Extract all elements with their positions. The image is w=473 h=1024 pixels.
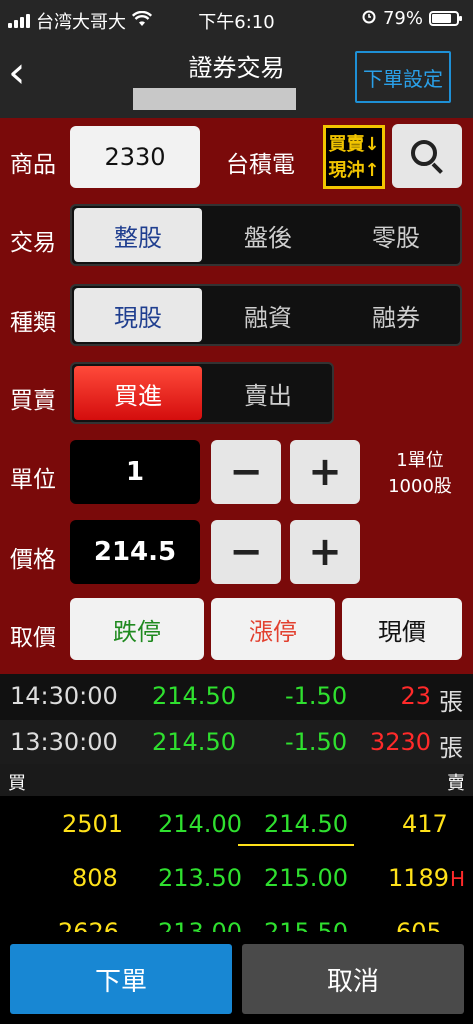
ask-qty: 1189 xyxy=(388,864,450,892)
unit-increase-button[interactable]: + xyxy=(290,440,360,504)
high-flag: H xyxy=(450,867,466,891)
order-form: 商品 2330 台積電 買賣↓ 現沖↑ 交易 整股 盤後 零股 種類 現股 融資… xyxy=(0,118,473,674)
ask-qty: 417 xyxy=(402,810,448,838)
place-order-button[interactable]: 下單 xyxy=(10,944,232,1014)
bid-qty: 2501 xyxy=(62,810,124,838)
type-segment: 現股 融資 融券 xyxy=(70,284,462,346)
unit-label: 單位 xyxy=(10,467,56,493)
limit-down-button[interactable]: 跌停 xyxy=(70,598,204,660)
trade-unit: 張 xyxy=(439,688,463,716)
unit-decrease-button[interactable]: − xyxy=(211,440,281,504)
bid-price: 213.50 xyxy=(158,864,242,892)
bid-price: 213.00 xyxy=(158,918,242,932)
side-segment: 買進 賣出 xyxy=(70,362,334,424)
type-option-short[interactable]: 融券 xyxy=(332,286,460,344)
side-option-sell[interactable]: 賣出 xyxy=(204,364,332,422)
search-button[interactable] xyxy=(392,124,462,188)
alarm-icon xyxy=(361,8,377,29)
bid-price: 214.00 xyxy=(158,810,242,838)
type-label: 種類 xyxy=(10,310,56,336)
trade-option-after-hours[interactable]: 盤後 xyxy=(204,206,332,264)
daytrade-badge-line2: 現沖↑ xyxy=(328,160,380,181)
price-label: 價格 xyxy=(10,547,56,573)
product-code-input[interactable]: 2330 xyxy=(70,126,200,188)
daytrade-badge[interactable]: 買賣↓ 現沖↑ xyxy=(323,125,385,189)
trade-row: 13:30:00 214.50 -1.50 3230 張 xyxy=(0,720,473,766)
orderbook-row: 2501 214.00 214.50 417 xyxy=(0,800,473,852)
type-option-cash[interactable]: 現股 xyxy=(74,288,202,342)
type-option-margin[interactable]: 融資 xyxy=(204,286,332,344)
battery-icon xyxy=(429,11,462,26)
cancel-button[interactable]: 取消 xyxy=(242,944,464,1014)
trade-change: -1.50 xyxy=(285,682,348,710)
unit-note-line1: 1單位 xyxy=(396,450,444,471)
price-input[interactable]: 214.5 xyxy=(70,520,200,584)
daytrade-badge-line1: 買賣↓ xyxy=(328,134,380,155)
orderbook-row: 2626 213.00 215.50 605 xyxy=(0,908,473,932)
product-name: 台積電 xyxy=(226,152,295,178)
status-bar: 台湾大哥大 下午6:10 79% xyxy=(0,0,473,38)
unit-note: 1單位 1000股 xyxy=(370,448,470,500)
order-settings-button[interactable]: 下單設定 xyxy=(355,51,451,103)
current-price-button[interactable]: 現價 xyxy=(342,598,462,660)
side-option-buy[interactable]: 買進 xyxy=(74,366,202,420)
bid-qty: 2626 xyxy=(58,918,120,932)
trade-segment: 整股 盤後 零股 xyxy=(70,204,462,266)
ask-price: 215.00 xyxy=(264,864,348,892)
trade-row: 14:30:00 214.50 -1.50 23 張 xyxy=(0,674,473,720)
trade-label: 交易 xyxy=(10,230,56,256)
trade-time: 13:30:00 xyxy=(10,728,118,756)
trade-option-odd-lot[interactable]: 零股 xyxy=(332,206,460,264)
bid-qty: 808 xyxy=(72,864,118,892)
unit-note-line2: 1000股 xyxy=(388,476,452,497)
product-label: 商品 xyxy=(10,152,56,178)
ask-qty: 605 xyxy=(396,918,442,932)
battery-percent: 79% xyxy=(382,8,423,29)
orderbook-sell-label: 賣 xyxy=(447,773,465,794)
ask-price: 214.50 xyxy=(264,810,348,838)
limit-up-button[interactable]: 漲停 xyxy=(211,598,335,660)
trade-qty: 23 xyxy=(400,682,431,710)
account-selector[interactable] xyxy=(133,88,296,110)
trade-change: -1.50 xyxy=(285,728,348,756)
price-increase-button[interactable]: + xyxy=(290,520,360,584)
trade-price: 214.50 xyxy=(152,682,236,710)
unit-input[interactable]: 1 xyxy=(70,440,200,504)
trade-price: 214.50 xyxy=(152,728,236,756)
orderbook-row: 808 213.50 215.00 1189 H xyxy=(0,854,473,906)
trade-qty: 3230 xyxy=(369,728,431,756)
trade-option-board-lot[interactable]: 整股 xyxy=(74,208,202,262)
orderbook-buy-label: 買 xyxy=(8,773,26,794)
orderbook-header: 買 賣 xyxy=(0,764,473,796)
trade-unit: 張 xyxy=(439,734,463,762)
current-price-marker xyxy=(238,844,354,846)
trade-time: 14:30:00 xyxy=(10,682,118,710)
action-bar: 下單 取消 xyxy=(0,932,473,1024)
side-label: 買賣 xyxy=(10,388,56,414)
ask-price: 215.50 xyxy=(264,918,348,932)
price-decrease-button[interactable]: − xyxy=(211,520,281,584)
nav-bar: ‹ 證券交易 下單設定 xyxy=(0,38,473,118)
quote-label: 取價 xyxy=(10,625,56,651)
